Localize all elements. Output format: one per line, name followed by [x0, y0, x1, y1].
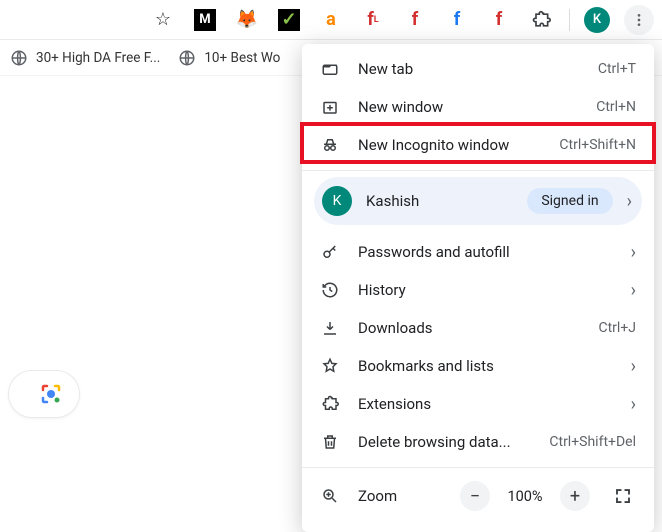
- bookmark-label: 10+ Best Wo: [204, 50, 280, 66]
- globe-icon: [178, 49, 196, 67]
- zoom-icon: [320, 487, 340, 505]
- extension-fl-icon[interactable]: fL: [359, 6, 387, 34]
- chevron-right-icon: ›: [631, 280, 636, 301]
- profile-avatar-icon: K: [322, 186, 352, 216]
- menu-item-shortcut: Ctrl+Shift+N: [559, 137, 636, 153]
- bookmark-star-icon[interactable]: ☆: [149, 6, 177, 34]
- extension-fox-icon[interactable]: 🦊: [233, 6, 261, 34]
- toolbar-separator: [569, 9, 570, 31]
- menu-item-label: History: [358, 281, 613, 299]
- menu-profile[interactable]: K Kashish Signed in ›: [314, 177, 642, 225]
- menu-item-shortcut: Ctrl+J: [598, 320, 636, 336]
- chevron-right-icon: ›: [631, 242, 636, 263]
- extension-m-icon[interactable]: M: [191, 6, 219, 34]
- menu-item-label: New tab: [358, 60, 580, 78]
- browser-toolbar: ☆ M 🦊 a fL f f f K: [0, 0, 662, 40]
- download-icon: [320, 319, 340, 337]
- extension-a-icon[interactable]: a: [317, 6, 345, 34]
- google-lens-button[interactable]: [8, 370, 80, 418]
- menu-item-label: New Incognito window: [358, 136, 541, 154]
- profile-name: Kashish: [366, 192, 513, 210]
- menu-extensions[interactable]: Extensions ›: [302, 385, 654, 423]
- chevron-right-icon: ›: [631, 394, 636, 415]
- menu-passwords[interactable]: Passwords and autofill ›: [302, 233, 654, 271]
- new-window-icon: [320, 98, 340, 116]
- menu-new-window[interactable]: New window Ctrl+N: [302, 88, 654, 126]
- incognito-icon: [320, 136, 340, 154]
- fullscreen-button[interactable]: [610, 483, 636, 509]
- chevron-right-icon: ›: [627, 191, 632, 212]
- key-icon: [320, 243, 340, 261]
- menu-item-label: Passwords and autofill: [358, 243, 613, 261]
- puzzle-icon: [320, 395, 340, 413]
- profile-avatar-icon[interactable]: K: [584, 7, 610, 33]
- signed-in-chip: Signed in: [527, 188, 612, 214]
- menu-button[interactable]: [624, 5, 654, 35]
- menu-item-label: Delete browsing data...: [358, 433, 531, 451]
- menu-clear-data[interactable]: Delete browsing data... Ctrl+Shift+Del: [302, 423, 654, 461]
- menu-incognito[interactable]: New Incognito window Ctrl+Shift+N: [302, 126, 654, 164]
- extension-f2-icon[interactable]: f: [443, 6, 471, 34]
- menu-item-shortcut: Ctrl+N: [596, 99, 636, 115]
- extension-check-icon[interactable]: [275, 6, 303, 34]
- trash-icon: [320, 433, 340, 451]
- bookmark-star-icon: [320, 357, 340, 375]
- menu-item-label: Downloads: [358, 319, 580, 337]
- menu-item-shortcut: Ctrl+T: [598, 61, 636, 77]
- globe-icon: [10, 49, 28, 67]
- bookmark-item-1[interactable]: 30+ High DA Free F...: [10, 49, 160, 67]
- menu-item-label: New window: [358, 98, 578, 116]
- menu-bookmarks[interactable]: Bookmarks and lists ›: [302, 347, 654, 385]
- chevron-right-icon: ›: [631, 356, 636, 377]
- extensions-puzzle-icon[interactable]: [527, 6, 555, 34]
- bookmark-item-2[interactable]: 10+ Best Wo: [178, 49, 280, 67]
- zoom-percent: 100%: [504, 488, 546, 505]
- extension-f3-icon[interactable]: f: [485, 6, 513, 34]
- overflow-menu: New tab Ctrl+T New window Ctrl+N New Inc…: [302, 44, 654, 532]
- extension-f1-icon[interactable]: f: [401, 6, 429, 34]
- menu-divider: [302, 170, 654, 171]
- lens-icon: [39, 382, 63, 406]
- bookmark-label: 30+ High DA Free F...: [36, 50, 160, 66]
- menu-downloads[interactable]: Downloads Ctrl+J: [302, 309, 654, 347]
- menu-divider: [302, 467, 654, 468]
- history-icon: [320, 281, 340, 299]
- menu-zoom: Zoom − 100% +: [302, 474, 654, 518]
- menu-item-shortcut: Ctrl+Shift+Del: [549, 434, 636, 450]
- menu-item-label: Bookmarks and lists: [358, 357, 613, 375]
- menu-new-tab[interactable]: New tab Ctrl+T: [302, 50, 654, 88]
- tab-icon: [320, 60, 340, 78]
- menu-item-label: Extensions: [358, 395, 613, 413]
- zoom-label: Zoom: [358, 487, 442, 505]
- menu-history[interactable]: History ›: [302, 271, 654, 309]
